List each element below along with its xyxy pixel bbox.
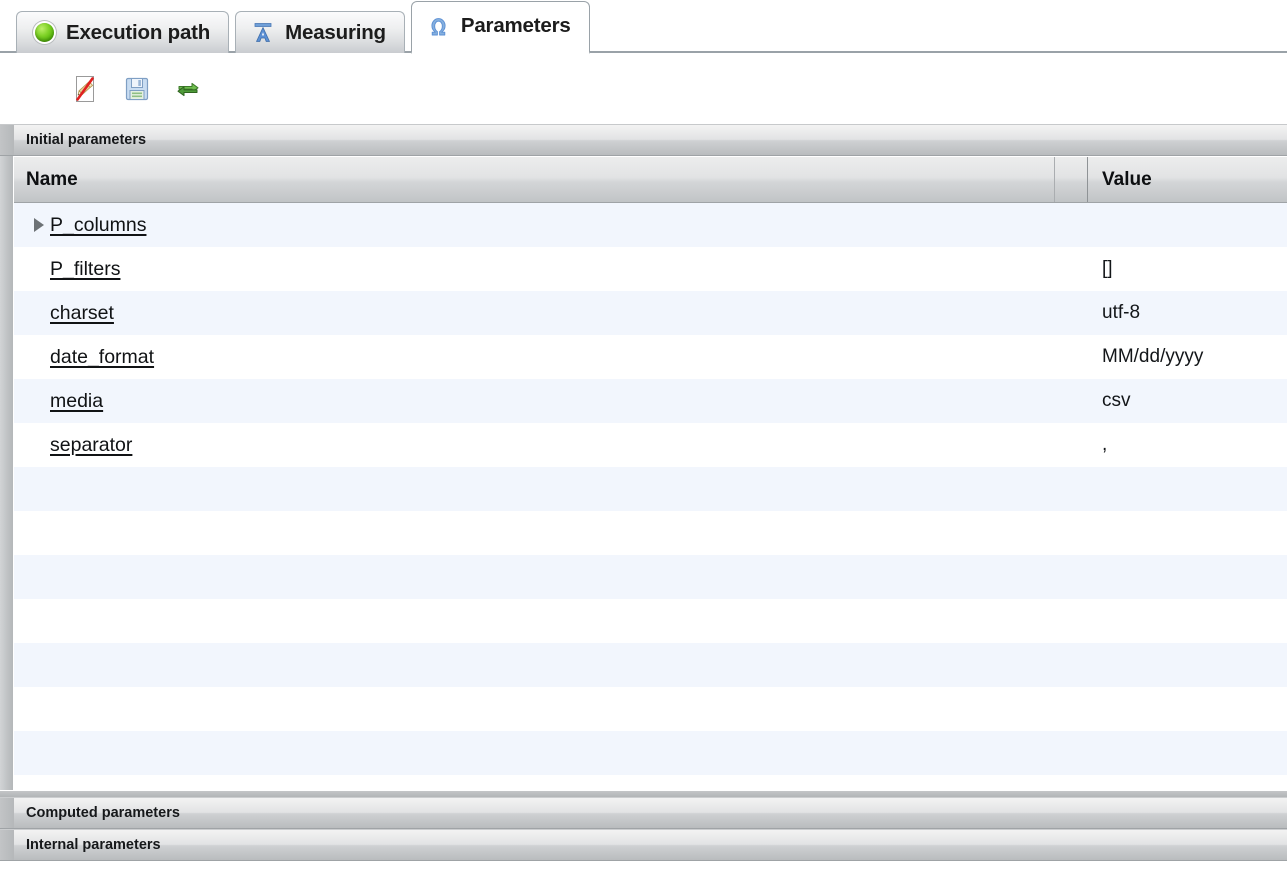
table-row[interactable]: P_filters [] [14, 247, 1287, 291]
omega-icon [428, 15, 450, 37]
cell-name: date_format [14, 335, 1055, 379]
floppy-disk-icon [125, 77, 149, 100]
tab-parameters-label: Parameters [460, 14, 571, 37]
table-body: Name Value P_columns P_filters [] charset ut… [14, 156, 1287, 790]
section-gutter [0, 798, 14, 828]
section-initial-parameters[interactable]: Initial parameters [0, 124, 1287, 156]
cell-spacer [1055, 291, 1088, 335]
section-initial-parameters-label: Initial parameters [26, 132, 147, 148]
section-computed-parameters-label: Computed parameters [26, 805, 180, 821]
cell-spacer [1055, 467, 1088, 511]
column-header-spacer [1055, 157, 1088, 202]
cell-spacer [1055, 731, 1088, 775]
section-internal-parameters[interactable]: Internal parameters [0, 829, 1287, 861]
cell-value[interactable] [1088, 687, 1287, 731]
page-pencil-strikethrough-icon [76, 75, 94, 102]
cell-spacer [1055, 335, 1088, 379]
parameter-name-link[interactable]: media [50, 390, 103, 413]
tab-measuring[interactable]: Measuring [235, 11, 405, 53]
tab-execution-path[interactable]: Execution path [16, 11, 230, 53]
table-column-header: Name Value [14, 156, 1287, 203]
table-row[interactable]: separator, [14, 423, 1287, 467]
cell-value[interactable]: utf-8 [1088, 291, 1287, 335]
expand-triangle-icon[interactable] [28, 218, 50, 232]
green-led-icon [33, 22, 55, 44]
parameters-toolbar [0, 53, 1287, 124]
table-gutter [0, 156, 14, 790]
cell-name: separator [14, 423, 1055, 467]
cell-spacer [1055, 643, 1088, 687]
table-row[interactable] [14, 731, 1287, 775]
table-row[interactable] [14, 599, 1287, 643]
cell-spacer [1055, 599, 1088, 643]
tab-parameters[interactable]: Parameters [410, 1, 590, 54]
cell-spacer [1055, 687, 1088, 731]
tab-execution-path-label: Execution path [66, 20, 211, 44]
table-rows: P_columns P_filters[] charset utf-8 date_for… [14, 203, 1287, 775]
cell-name [14, 599, 1055, 643]
cell-spacer [1055, 511, 1088, 555]
save-button[interactable] [122, 74, 152, 104]
disable-edit-button[interactable] [71, 74, 101, 104]
column-header-name[interactable]: Name [14, 157, 1055, 202]
cell-value[interactable] [1088, 643, 1287, 687]
cell-value[interactable]: csv [1088, 379, 1287, 423]
column-header-value[interactable]: Value [1088, 157, 1287, 202]
cell-name [14, 687, 1055, 731]
parameter-name-link[interactable]: P_columns [50, 214, 146, 237]
cell-value[interactable]: [] [1088, 247, 1287, 291]
section-gutter [0, 830, 14, 860]
cell-name: P_columns [14, 203, 1055, 247]
cell-name [14, 643, 1055, 687]
cell-name: media [14, 379, 1055, 423]
tab-list: Execution path Measuring Parameters [16, 1, 596, 54]
collapsed-sections: Computed parameters Internal parameters [0, 797, 1287, 861]
cell-value[interactable] [1088, 599, 1287, 643]
refresh-button[interactable] [173, 74, 203, 104]
cell-spacer [1055, 379, 1088, 423]
cell-name: P_filters [14, 247, 1055, 291]
cell-name [14, 731, 1055, 775]
cell-value[interactable] [1088, 511, 1287, 555]
tab-bar: Execution path Measuring Parameters [0, 0, 1287, 54]
cell-value[interactable] [1088, 203, 1287, 247]
cell-value[interactable] [1088, 731, 1287, 775]
cell-name: charset [14, 291, 1055, 335]
section-gutter [0, 125, 14, 155]
table-row[interactable]: media csv [14, 379, 1287, 423]
table-row[interactable] [14, 467, 1287, 511]
table-row[interactable] [14, 643, 1287, 687]
cell-spacer [1055, 247, 1088, 291]
cell-spacer [1055, 423, 1088, 467]
cell-name [14, 511, 1055, 555]
cell-name [14, 555, 1055, 599]
table-row[interactable] [14, 687, 1287, 731]
cell-value[interactable] [1088, 555, 1287, 599]
cell-name [14, 467, 1055, 511]
green-refresh-arrows-icon [177, 82, 199, 96]
table-bottom-edge [0, 790, 1287, 797]
cell-value[interactable]: , [1088, 423, 1287, 467]
cell-value[interactable]: MM/dd/yyyy [1088, 335, 1287, 379]
parameter-name-link[interactable]: P_filters [50, 258, 120, 281]
cell-spacer [1055, 555, 1088, 599]
tab-measuring-label: Measuring [285, 20, 386, 44]
section-internal-parameters-label: Internal parameters [26, 837, 161, 853]
table-row[interactable]: date_format MM/dd/yyyy [14, 335, 1287, 379]
measuring-ruler-a-icon [252, 22, 274, 44]
parameter-name-link[interactable]: separator [50, 434, 132, 457]
initial-parameters-table: Name Value P_columns P_filters [] charset ut… [0, 156, 1287, 790]
section-computed-parameters[interactable]: Computed parameters [0, 797, 1287, 829]
parameters-panel: Initial parameters Name Value P_columns P… [0, 124, 1287, 894]
parameter-name-link[interactable]: charset [50, 302, 114, 325]
table-row[interactable]: charset utf-8 [14, 291, 1287, 335]
table-row[interactable]: P_columns [14, 203, 1287, 247]
parameter-name-link[interactable]: date_format [50, 346, 154, 369]
cell-value[interactable] [1088, 467, 1287, 511]
table-row[interactable] [14, 555, 1287, 599]
table-row[interactable] [14, 511, 1287, 555]
cell-spacer [1055, 203, 1088, 247]
